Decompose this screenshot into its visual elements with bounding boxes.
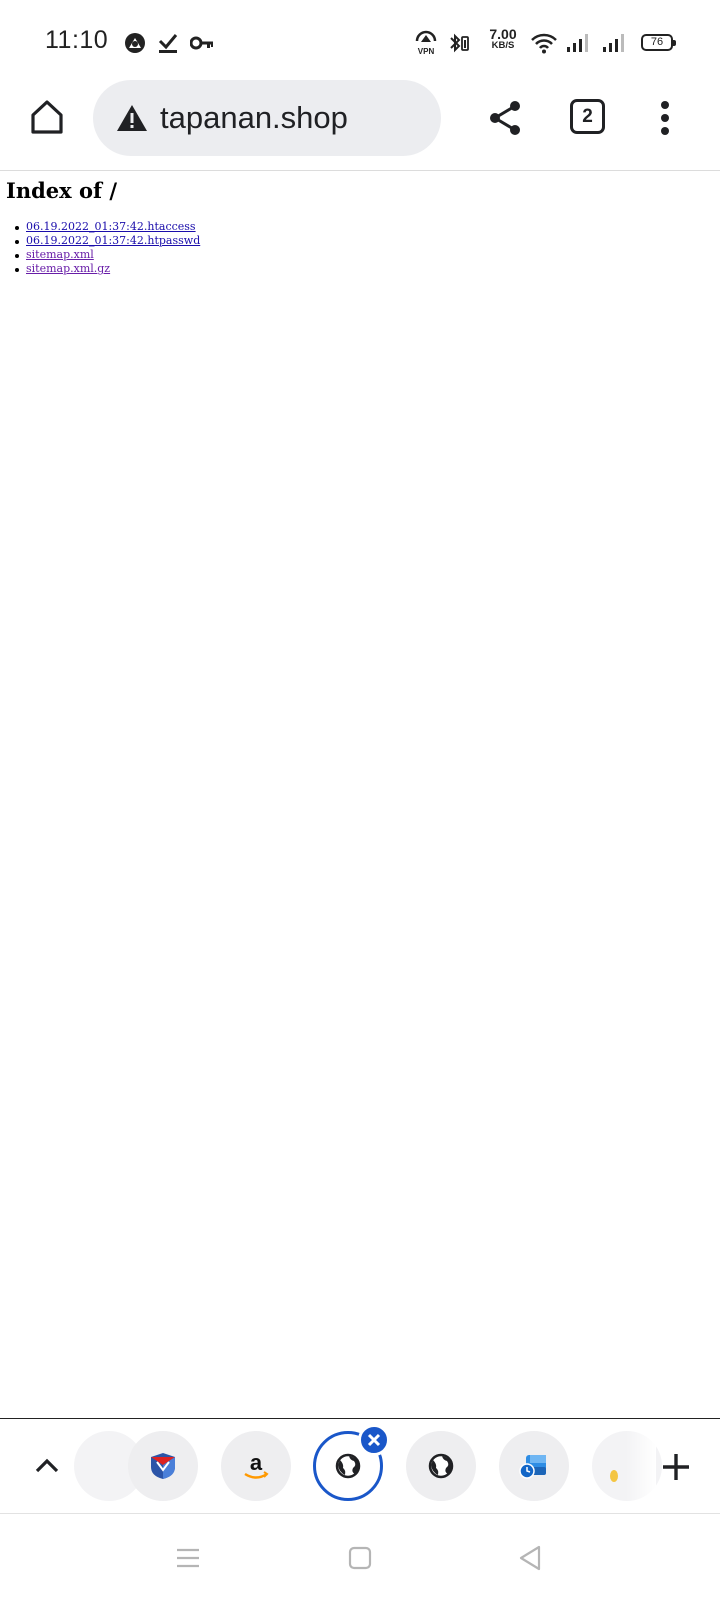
tab-chip[interactable]: a <box>221 1431 291 1501</box>
file-link[interactable]: sitemap.xml.gz <box>26 262 110 275</box>
file-list: 06.19.2022_01:37:42.htaccess 06.19.2022_… <box>6 220 706 276</box>
share-icon <box>490 101 520 135</box>
list-item: 06.19.2022_01:37:42.htaccess <box>15 220 706 234</box>
list-item: sitemap.xml <box>15 248 706 262</box>
home-button[interactable] <box>22 92 72 142</box>
tab-strip-fade <box>626 1419 656 1513</box>
network-speed-value: 7.00 <box>489 26 517 42</box>
notification-app-icon <box>122 28 148 58</box>
network-speed: 7.00 KB/S <box>487 26 519 51</box>
page-content: Index of / 06.19.2022_01:37:42.htaccess … <box>6 176 706 276</box>
tab-chip-partial[interactable] <box>36 1431 144 1501</box>
tab-chip-active[interactable] <box>313 1424 390 1501</box>
network-speed-unit: KB/S <box>491 40 515 51</box>
amazon-icon: a <box>244 1450 269 1479</box>
outlook-icon <box>519 1455 546 1479</box>
menu-icon <box>177 1548 199 1568</box>
close-tab-button[interactable] <box>358 1424 390 1456</box>
key-icon <box>190 28 214 58</box>
page-title: Index of / <box>6 178 117 203</box>
status-time: 11:10 <box>45 26 109 54</box>
battery-indicator: 76 <box>641 34 676 51</box>
bluetooth-icon <box>446 28 470 58</box>
back-triangle-icon <box>519 1545 541 1571</box>
file-link[interactable]: 06.19.2022_01:37:42.htaccess <box>26 220 196 233</box>
browser-toolbar: tapanan.shop 2 <box>0 80 720 171</box>
signal-icon <box>565 28 591 58</box>
status-bar: 11:10 VPN 7.00 KB/S 76 <box>0 0 720 80</box>
tab-chip[interactable] <box>128 1431 198 1501</box>
list-item: sitemap.xml.gz <box>15 262 706 276</box>
shield-app-icon <box>151 1453 175 1479</box>
overflow-menu-button[interactable] <box>650 93 680 143</box>
tab-chip[interactable] <box>406 1431 476 1501</box>
svg-text:a: a <box>250 1450 263 1475</box>
check-icon <box>157 28 179 58</box>
more-vert-icon <box>661 101 669 135</box>
back-button[interactable] <box>510 1538 550 1578</box>
signal-icon <box>601 28 627 58</box>
address-bar[interactable]: tapanan.shop <box>93 80 441 156</box>
plus-icon <box>663 1454 689 1480</box>
file-link[interactable]: sitemap.xml <box>26 248 94 261</box>
close-icon <box>367 1433 381 1447</box>
home-icon <box>31 100 63 134</box>
warning-icon[interactable] <box>116 102 148 134</box>
system-nav-bar <box>0 1514 720 1600</box>
svg-text:VPN: VPN <box>418 47 435 56</box>
home-nav-button[interactable] <box>340 1538 380 1578</box>
tab-switcher-button[interactable]: 2 <box>570 99 605 134</box>
square-icon <box>348 1546 372 1570</box>
tab-strip: a <box>0 1418 720 1514</box>
file-link[interactable]: 06.19.2022_01:37:42.htpasswd <box>26 234 200 247</box>
recents-button[interactable] <box>168 1538 208 1578</box>
share-button[interactable] <box>483 93 527 143</box>
list-item: 06.19.2022_01:37:42.htpasswd <box>15 234 706 248</box>
url-text[interactable]: tapanan.shop <box>160 100 348 136</box>
vpn-icon: VPN <box>414 28 438 58</box>
new-tab-button[interactable] <box>654 1445 698 1489</box>
tab-chip[interactable] <box>499 1431 569 1501</box>
globe-icon <box>335 1453 361 1479</box>
wifi-icon <box>530 28 558 58</box>
app-icon <box>610 1470 618 1482</box>
globe-icon <box>428 1453 454 1479</box>
